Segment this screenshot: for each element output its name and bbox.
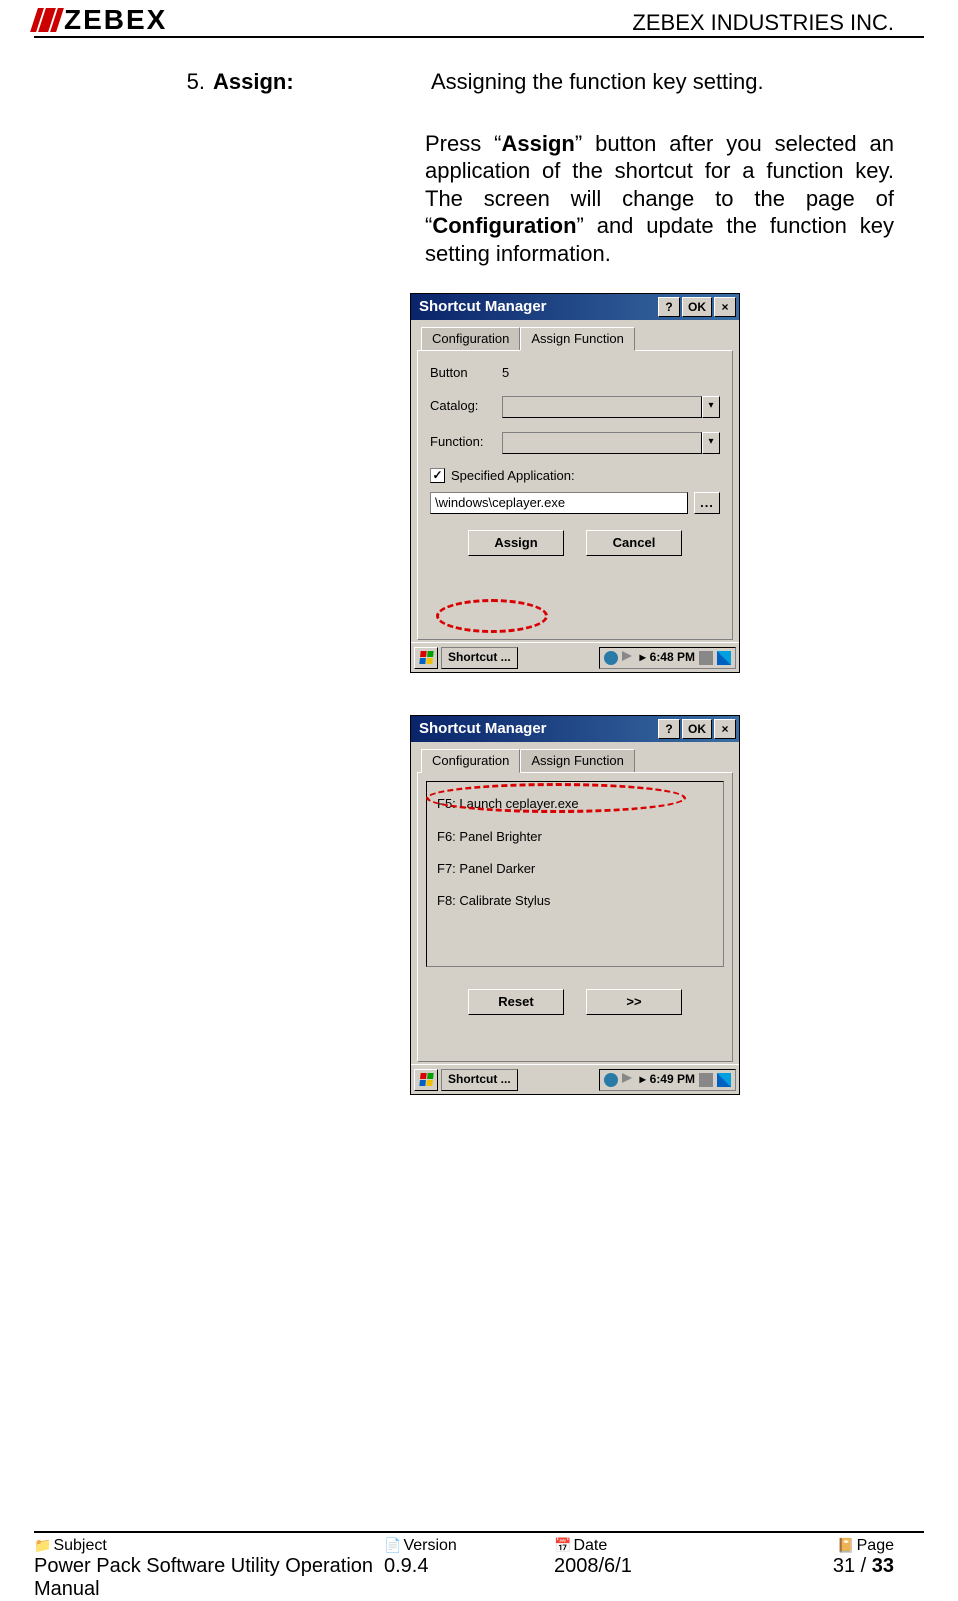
tab-assign-function[interactable]: Assign Function — [520, 749, 635, 773]
footer-version-header: Version — [403, 1537, 456, 1554]
keyboard-icon[interactable] — [699, 1073, 713, 1087]
item-paragraph: Press “Assign” button after you selected… — [425, 130, 894, 268]
catalog-label: Catalog: — [430, 398, 502, 414]
tab-configuration[interactable]: Configuration — [421, 749, 520, 773]
button-value: 5 — [502, 365, 509, 381]
footer-subject-header: Subject — [53, 1537, 106, 1554]
content: 5. Assign: Assigning the function key se… — [0, 48, 958, 1095]
next-button[interactable]: >> — [586, 989, 682, 1015]
globe-icon[interactable] — [604, 1073, 618, 1087]
volume-icon[interactable] — [622, 1073, 636, 1087]
footer-version-value: 0.9.4 — [384, 1555, 554, 1578]
logo: ZEBEX — [34, 4, 167, 36]
logo-bars-icon — [34, 8, 60, 32]
window-title: Shortcut Manager — [419, 298, 547, 317]
company-name: ZEBEX INDUSTRIES INC. — [632, 10, 894, 36]
page-header: ZEBEX ZEBEX INDUSTRIES INC. — [34, 0, 924, 38]
taskbar-app-button[interactable]: Shortcut ... — [441, 1069, 518, 1091]
title-bar: Shortcut Manager ? OK × — [411, 294, 739, 320]
footer-page-header: Page — [857, 1537, 894, 1554]
start-button[interactable] — [414, 1069, 438, 1091]
windows-icon[interactable] — [717, 651, 731, 665]
list-item[interactable]: F7: Panel Darker — [431, 853, 719, 885]
reset-button[interactable]: Reset — [468, 989, 564, 1015]
footer-subject-value: Power Pack Software Utility Operation Ma… — [34, 1555, 384, 1601]
list-item[interactable]: F8: Calibrate Stylus — [431, 885, 719, 917]
close-button[interactable]: × — [714, 719, 736, 739]
book-icon: 📔 — [837, 1537, 854, 1553]
function-key-list[interactable]: F5: Launch ceplayer.exe F6: Panel Bright… — [426, 781, 724, 967]
function-label: Function: — [430, 434, 502, 450]
footer-date-value: 2008/6/1 — [554, 1555, 754, 1578]
item-number: 5. — [175, 68, 205, 96]
bold-configuration: Configuration — [432, 213, 576, 238]
keyboard-icon[interactable] — [699, 651, 713, 665]
help-button[interactable]: ? — [658, 719, 680, 739]
screenshot-configuration: Shortcut Manager ? OK × Configuration As… — [410, 715, 740, 1095]
list-item[interactable]: F5: Launch ceplayer.exe — [431, 788, 719, 820]
window-title: Shortcut Manager — [419, 720, 547, 739]
tray-arrow-icon[interactable]: ▸ — [640, 650, 646, 665]
tab-configuration[interactable]: Configuration — [421, 327, 520, 351]
title-bar: Shortcut Manager ? OK × — [411, 716, 739, 742]
start-button[interactable] — [414, 647, 438, 669]
windows-flag-icon — [419, 1073, 433, 1086]
clock: 6:49 PM — [650, 1072, 695, 1087]
footer-date-header: Date — [573, 1537, 607, 1554]
taskbar-app-button[interactable]: Shortcut ... — [441, 647, 518, 669]
taskbar: Shortcut ... ▸ 6:49 PM — [411, 1064, 739, 1094]
cancel-button[interactable]: Cancel — [586, 530, 682, 556]
folder-icon: 📁 — [34, 1537, 51, 1553]
clock: 6:48 PM — [650, 650, 695, 665]
tray-arrow-icon[interactable]: ▸ — [640, 1072, 646, 1087]
bold-assign: Assign — [502, 131, 575, 156]
specified-app-label: Specified Application: — [451, 468, 575, 484]
close-button[interactable]: × — [714, 297, 736, 317]
help-button[interactable]: ? — [658, 297, 680, 317]
highlight-assign-icon — [436, 599, 548, 633]
logo-text: ZEBEX — [64, 4, 167, 36]
assign-button[interactable]: Assign — [468, 530, 564, 556]
windows-icon[interactable] — [717, 1073, 731, 1087]
ok-button[interactable]: OK — [682, 297, 712, 317]
item-intro: Assigning the function key setting. — [431, 68, 764, 96]
list-item[interactable]: F6: Panel Brighter — [431, 821, 719, 853]
browse-button[interactable]: ... — [694, 492, 720, 514]
globe-icon[interactable] — [604, 651, 618, 665]
function-dropdown[interactable] — [502, 432, 702, 454]
system-tray: ▸ 6:49 PM — [599, 1069, 736, 1091]
chevron-down-icon[interactable]: ▾ — [702, 432, 720, 454]
chevron-down-icon[interactable]: ▾ — [702, 396, 720, 418]
footer-page-value: 31 / 33 — [754, 1555, 894, 1578]
ok-button[interactable]: OK — [682, 719, 712, 739]
system-tray: ▸ 6:48 PM — [599, 647, 736, 669]
screenshot-assign-function: Shortcut Manager ? OK × Configuration As… — [410, 293, 740, 673]
button-label: Button — [430, 365, 502, 381]
tab-assign-function[interactable]: Assign Function — [520, 327, 635, 351]
catalog-dropdown[interactable] — [502, 396, 702, 418]
taskbar: Shortcut ... ▸ 6:48 PM — [411, 642, 739, 672]
doc-icon: 📄 — [384, 1537, 401, 1553]
windows-flag-icon — [419, 651, 433, 664]
volume-icon[interactable] — [622, 651, 636, 665]
calendar-icon: 📅 — [554, 1537, 571, 1553]
specified-app-checkbox[interactable]: ✓ — [430, 468, 445, 483]
item-label: Assign: — [213, 68, 423, 96]
page-footer: 📁Subject Power Pack Software Utility Ope… — [34, 1531, 924, 1601]
path-input[interactable]: \windows\ceplayer.exe — [430, 492, 688, 514]
